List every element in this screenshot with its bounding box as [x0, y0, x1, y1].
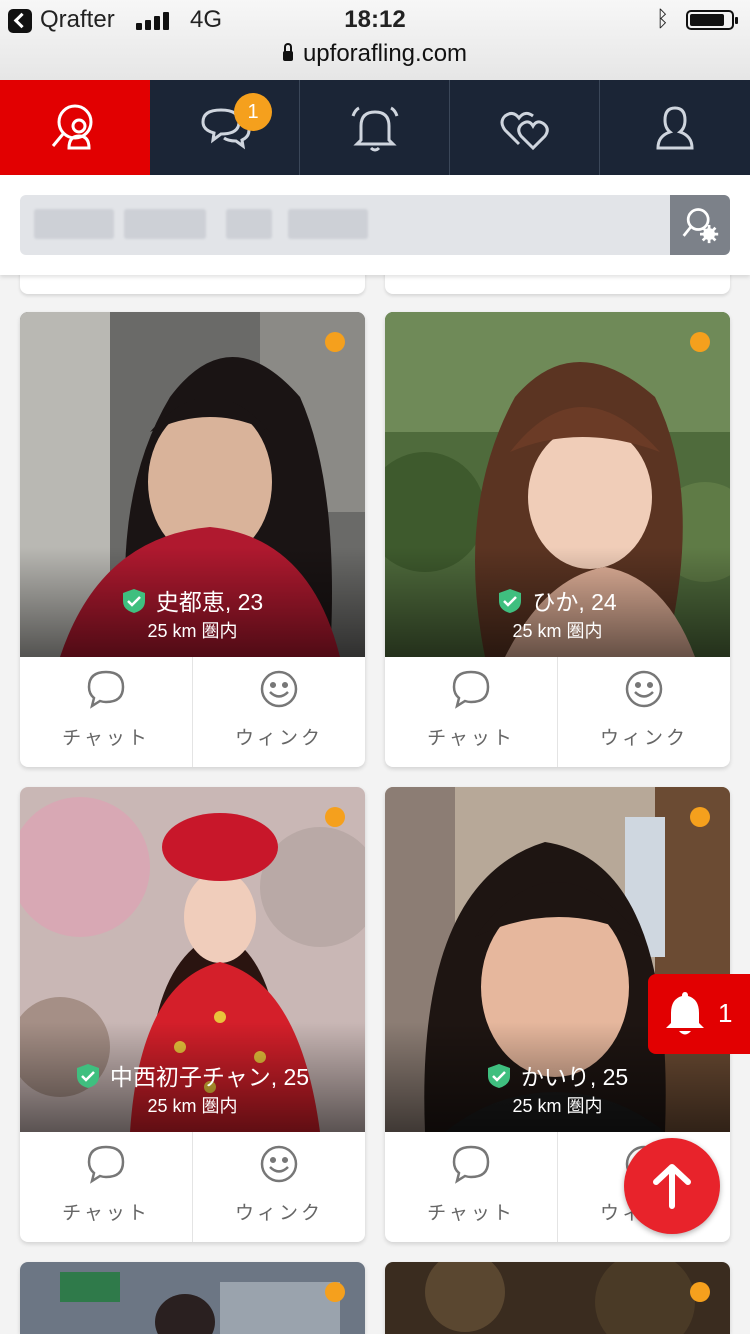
- chat-label: チャット: [427, 728, 515, 749]
- online-indicator: [325, 807, 345, 827]
- profile-card[interactable]: [385, 1262, 730, 1334]
- chat-bubble-icon: [452, 1145, 490, 1184]
- battery-icon: [686, 10, 738, 30]
- status-bar: Qrafter 4G 18:12 ᛒ upforafling.com: [0, 0, 750, 80]
- lock-icon: [282, 43, 293, 61]
- main-nav: [0, 80, 750, 175]
- smiley-icon: [260, 670, 298, 708]
- profile-name-line: 史都恵, 23: [20, 583, 365, 617]
- bell-icon: [351, 106, 398, 151]
- nav-messages[interactable]: [150, 80, 300, 175]
- chat-bubble-icon: [87, 670, 125, 709]
- profile-photo[interactable]: ひか, 24 25 km 圏内: [385, 312, 730, 657]
- wink-label: ウィンク: [234, 728, 323, 749]
- profile-card[interactable]: 中西初子チャン, 25 25 km 圏内 チャット ウィンク: [20, 787, 365, 1242]
- chat-button[interactable]: チャット: [20, 657, 192, 767]
- online-indicator: [690, 332, 710, 352]
- search-people-icon: [51, 104, 93, 149]
- card-actions: チャット ウィンク: [20, 1132, 365, 1242]
- smiley-icon: [625, 670, 663, 708]
- user-icon: [656, 105, 694, 149]
- search-settings-button[interactable]: [670, 195, 730, 255]
- profile-photo[interactable]: かいり, 25 25 km 圏内: [385, 787, 730, 1132]
- verified-shield-icon: [499, 589, 522, 613]
- photo-caption: 史都恵, 23 25 km 圏内: [20, 547, 365, 657]
- profile-name: 史都恵, 23: [155, 589, 264, 615]
- messages-badge: 1: [234, 93, 272, 131]
- photo-image: [20, 1262, 365, 1334]
- profile-card[interactable]: ひか, 24 25 km 圏内 チャット ウィンク: [385, 312, 730, 767]
- online-indicator: [690, 807, 710, 827]
- chat-label: チャット: [62, 1203, 150, 1224]
- profile-name-line: 中西初子チャン, 25: [20, 1058, 365, 1092]
- profile-distance: 25 km 圏内: [512, 1096, 603, 1116]
- smiley-icon: [260, 1145, 298, 1183]
- hearts-icon: [500, 111, 549, 150]
- profile-name-line: かいり, 25: [385, 1058, 730, 1092]
- url-text: upforafling.com: [302, 40, 468, 67]
- chat-button[interactable]: チャット: [385, 1132, 557, 1242]
- profile-distance: 25 km 圏内: [147, 621, 238, 641]
- photo-caption: ひか, 24 25 km 圏内: [385, 547, 730, 657]
- wink-button[interactable]: ウィンク: [192, 1132, 365, 1242]
- notification-count: 1: [718, 998, 733, 1028]
- online-indicator: [325, 1282, 345, 1302]
- nav-favorites[interactable]: [450, 80, 600, 175]
- photo-caption: 中西初子チャン, 25 25 km 圏内: [20, 1022, 365, 1132]
- nav-notifications[interactable]: [300, 80, 450, 175]
- card-actions: チャット ウィンク: [385, 657, 730, 767]
- profile-name: かいり, 25: [520, 1064, 629, 1090]
- online-indicator: [690, 1282, 710, 1302]
- card-actions: チャット ウィンク: [20, 657, 365, 767]
- nav-search[interactable]: [0, 80, 150, 175]
- address-bar[interactable]: upforafling.com: [0, 40, 750, 68]
- profile-name: 中西初子チャン, 25: [109, 1064, 310, 1090]
- bell-icon: [666, 992, 704, 1035]
- chat-bubble-icon: [452, 670, 490, 709]
- wink-label: ウィンク: [599, 728, 688, 749]
- scroll-to-top-button[interactable]: [624, 1138, 720, 1234]
- blurred-text: [226, 209, 272, 239]
- online-indicator: [325, 332, 345, 352]
- search-input[interactable]: [20, 195, 730, 255]
- verified-shield-icon: [76, 1064, 99, 1088]
- photo-image: [385, 1262, 730, 1334]
- wink-button[interactable]: ウィンク: [557, 657, 730, 767]
- clock: 18:12: [344, 6, 406, 33]
- verified-shield-icon: [122, 589, 145, 613]
- bluetooth-icon: ᛒ: [656, 6, 670, 31]
- wink-label: ウィンク: [234, 1203, 323, 1224]
- blurred-text: [288, 209, 368, 239]
- search-bar: [0, 175, 750, 275]
- chat-button[interactable]: チャット: [385, 657, 557, 767]
- profile-distance: 25 km 圏内: [512, 621, 603, 641]
- profile-card[interactable]: [20, 1262, 365, 1334]
- arrow-up-icon: [653, 1164, 691, 1209]
- profile-card[interactable]: 史都恵, 23 25 km 圏内 チャット ウィンク: [20, 312, 365, 767]
- search-settings-icon: [682, 208, 719, 244]
- nav-profile[interactable]: [600, 80, 750, 175]
- chat-label: チャット: [427, 1203, 515, 1224]
- wink-button[interactable]: ウィンク: [192, 657, 365, 767]
- profile-name-line: ひか, 24: [385, 583, 730, 617]
- profile-name: ひか, 24: [532, 589, 617, 615]
- chat-button[interactable]: チャット: [20, 1132, 192, 1242]
- profile-photo[interactable]: 史都恵, 23 25 km 圏内: [20, 312, 365, 657]
- chat-label: チャット: [62, 728, 150, 749]
- blurred-text: [124, 209, 206, 239]
- notification-float-button[interactable]: 1: [648, 974, 750, 1054]
- verified-shield-icon: [487, 1064, 510, 1088]
- profile-distance: 25 km 圏内: [147, 1096, 238, 1116]
- chat-bubble-icon: [87, 1145, 125, 1184]
- blurred-text: [34, 209, 114, 239]
- profile-photo[interactable]: 中西初子チャン, 25 25 km 圏内: [20, 787, 365, 1132]
